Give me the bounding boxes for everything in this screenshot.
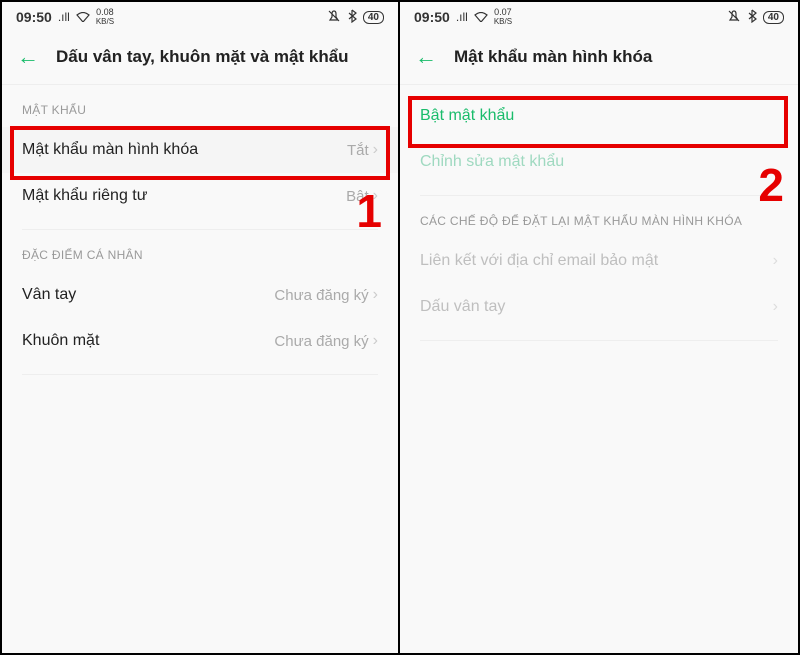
row-enable-password[interactable]: Bật mật khẩu (400, 93, 798, 139)
row-value: Chưa đăng ký › (274, 286, 378, 304)
row-label: Khuôn mặt (22, 332, 99, 350)
data-speed: 0.08KB/S (96, 8, 114, 26)
back-arrow-icon[interactable]: ← (16, 44, 40, 70)
statusbar-left: 09:50 .ıll 0.08KB/S (16, 8, 114, 26)
bluetooth-icon (347, 9, 357, 26)
back-arrow-icon[interactable]: ← (414, 44, 438, 70)
header: ← Mật khẩu màn hình khóa (400, 32, 798, 85)
mute-icon (327, 9, 341, 26)
row-value: Chưa đăng ký › (274, 332, 378, 350)
statusbar-right: 40 (727, 9, 784, 26)
chevron-right-icon: › (373, 286, 378, 304)
chevron-right-icon: › (773, 252, 778, 270)
row-label: Vân tay (22, 286, 76, 304)
row-label: Dấu vân tay (420, 298, 505, 316)
row-value: Bật › (346, 187, 378, 205)
status-time: 09:50 (414, 9, 450, 25)
wifi-icon (474, 10, 488, 25)
row-fingerprint-reset: Dấu vân tay › (400, 284, 798, 330)
chevron-right-icon: › (373, 332, 378, 350)
chevron-right-icon: › (373, 187, 378, 205)
row-label: Chỉnh sửa mật khẩu (420, 153, 564, 171)
signal-icon: .ıll (456, 10, 468, 24)
page-title: Mật khẩu màn hình khóa (454, 47, 652, 67)
battery-level: 40 (363, 11, 384, 24)
header: ← Dấu vân tay, khuôn mặt và mật khẩu (2, 32, 398, 85)
row-edit-password: Chỉnh sửa mật khẩu (400, 139, 798, 185)
phone-screen-1: 09:50 .ıll 0.08KB/S 40 ← Dấu vân tay, kh… (2, 2, 400, 653)
data-speed: 0.07KB/S (494, 8, 512, 26)
chevron-right-icon: › (773, 298, 778, 316)
section-header-personal: ĐẶC ĐIỂM CÁ NHÂN (2, 230, 398, 272)
section-header-reset: CÁC CHẾ ĐỘ ĐỂ ĐẶT LẠI MẬT KHẨU MÀN HÌNH … (400, 196, 798, 238)
mute-icon (727, 9, 741, 26)
row-label: Liên kết với địa chỉ email bảo mật (420, 252, 658, 270)
phone-screen-2: 09:50 .ıll 0.07KB/S 40 ← Mật khẩu màn hì… (400, 2, 798, 653)
divider (22, 374, 378, 375)
row-label: Mật khẩu riêng tư (22, 187, 147, 205)
section-header-password: MẬT KHẨU (2, 85, 398, 127)
row-fingerprint[interactable]: Vân tay Chưa đăng ký › (2, 272, 398, 318)
page-title: Dấu vân tay, khuôn mặt và mật khẩu (56, 47, 349, 67)
wifi-icon (76, 10, 90, 25)
content: Bật mật khẩu Chỉnh sửa mật khẩu CÁC CHẾ … (400, 85, 798, 341)
chevron-right-icon: › (373, 141, 378, 159)
bluetooth-icon (747, 9, 757, 26)
statusbar: 09:50 .ıll 0.07KB/S 40 (400, 2, 798, 32)
row-label: Bật mật khẩu (420, 107, 514, 125)
row-email-link: Liên kết với địa chỉ email bảo mật › (400, 238, 798, 284)
row-face[interactable]: Khuôn mặt Chưa đăng ký › (2, 318, 398, 364)
signal-icon: .ıll (58, 10, 70, 24)
row-private-password[interactable]: Mật khẩu riêng tư Bật › (2, 173, 398, 219)
row-lock-screen-password[interactable]: Mật khẩu màn hình khóa Tắt › (2, 127, 398, 173)
row-value: Tắt › (347, 141, 378, 159)
statusbar: 09:50 .ıll 0.08KB/S 40 (2, 2, 398, 32)
content: MẬT KHẨU Mật khẩu màn hình khóa Tắt › Mậ… (2, 85, 398, 375)
statusbar-left: 09:50 .ıll 0.07KB/S (414, 8, 512, 26)
divider (420, 340, 778, 341)
battery-level: 40 (763, 11, 784, 24)
statusbar-right: 40 (327, 9, 384, 26)
row-label: Mật khẩu màn hình khóa (22, 141, 198, 159)
status-time: 09:50 (16, 9, 52, 25)
